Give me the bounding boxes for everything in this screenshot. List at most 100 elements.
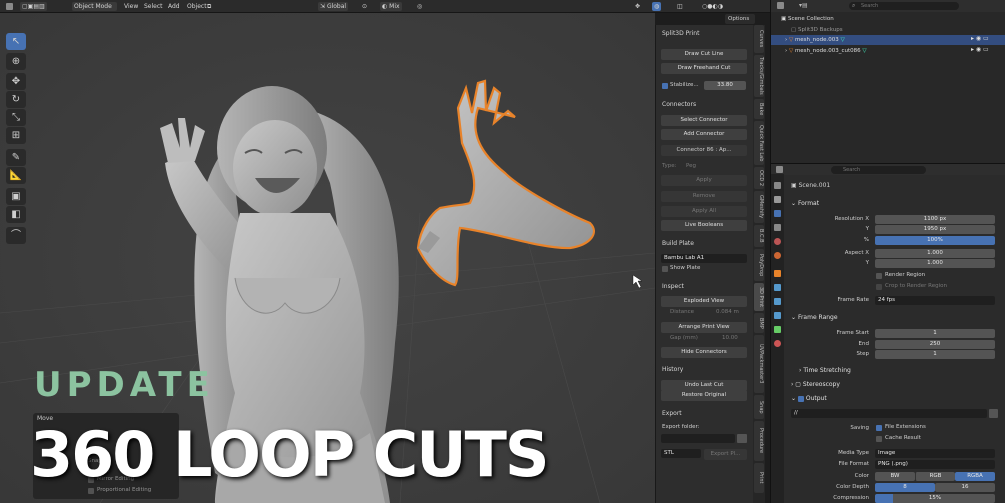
cursor-tool-icon[interactable]: ⊕ bbox=[6, 53, 26, 70]
printer-dropdown[interactable]: Bambu Lab A1 bbox=[661, 254, 747, 263]
material-tab-icon[interactable] bbox=[774, 340, 781, 347]
export-button[interactable]: Export Pl... bbox=[704, 449, 747, 460]
modifier-tab-icon[interactable] bbox=[774, 284, 781, 291]
rotate-tool-icon[interactable]: ↻ bbox=[6, 91, 26, 108]
stabilize-field[interactable]: 33.80 bbox=[704, 81, 746, 90]
visibility-eye-icon-2[interactable]: ▸ ◉ ▭ bbox=[971, 46, 989, 53]
format-panel-header[interactable]: ⌄ Format bbox=[791, 200, 819, 207]
add-mesh-tool-icon[interactable]: ◧ bbox=[6, 206, 26, 223]
restore-original-button[interactable]: Restore Original bbox=[661, 390, 747, 401]
frame-rate-dropdown[interactable]: 24 fps bbox=[875, 296, 995, 305]
tool-tab-icon[interactable] bbox=[774, 182, 781, 189]
outliner-search-input[interactable]: Search bbox=[849, 2, 959, 10]
remove-button[interactable]: Remove bbox=[661, 191, 747, 202]
proportional-icon[interactable]: ◎ bbox=[415, 2, 424, 11]
particles-tab-icon[interactable] bbox=[774, 298, 781, 305]
frame-end-field[interactable]: 250 bbox=[875, 340, 995, 349]
color-bw-button[interactable]: BW bbox=[875, 472, 915, 481]
crop-region-checkbox[interactable] bbox=[876, 284, 882, 290]
output-folder-icon[interactable] bbox=[989, 409, 998, 418]
select-connector-button[interactable]: Select Connector bbox=[661, 115, 747, 126]
color-rgb-button[interactable]: RGB bbox=[915, 472, 955, 481]
hide-connectors-button[interactable]: Hide Connectors bbox=[661, 347, 747, 358]
move-tool-icon[interactable]: ✥ bbox=[6, 73, 26, 90]
tab-bake[interactable]: Bake bbox=[754, 99, 764, 119]
stereoscopy-panel-header[interactable]: › ▢ Stereoscopy bbox=[791, 381, 840, 388]
outliner-editor-icon[interactable] bbox=[777, 2, 785, 10]
export-folder-field[interactable] bbox=[661, 434, 735, 443]
object-tab-icon[interactable] bbox=[774, 270, 781, 277]
aspect-x-field[interactable]: 1.000 bbox=[875, 249, 995, 258]
tab-quickfast[interactable]: Quick Fast Lab bbox=[754, 121, 764, 165]
tool-icon[interactable]: ⧉ bbox=[205, 2, 213, 11]
draw-cut-line-button[interactable]: Draw Cut Line bbox=[661, 49, 747, 60]
select-tool-icon[interactable]: ↖ bbox=[6, 33, 26, 50]
render-tab-icon[interactable] bbox=[774, 196, 781, 203]
exploded-view-button[interactable]: Exploded View bbox=[661, 296, 747, 307]
orientation-dropdown[interactable]: ⇲ Global bbox=[318, 2, 349, 11]
mode-dropdown[interactable]: Object Mode bbox=[72, 2, 117, 11]
view-tool-icon[interactable]: ⌒ bbox=[6, 227, 26, 244]
aspect-y-field[interactable]: 1.000 bbox=[875, 259, 995, 268]
tab-gmeshify[interactable]: GMeshify bbox=[754, 191, 764, 223]
overlay-toggle-icon[interactable]: ◍ bbox=[652, 2, 662, 11]
select-mode-buttons[interactable]: ▢▣▤▥ bbox=[20, 2, 47, 11]
scale-tool-icon[interactable]: ⤡ bbox=[6, 109, 26, 126]
menu-add[interactable]: Add bbox=[166, 2, 182, 11]
media-type-dropdown[interactable]: Image bbox=[875, 449, 995, 458]
3d-viewport[interactable]: ↖ ⊕ ✥ ↻ ⤡ ⊞ ✎ 📐 ▣ ◧ ⌒ Move Snap Snap To … bbox=[0, 13, 655, 503]
scene-tab-icon[interactable] bbox=[774, 238, 781, 245]
output-path-field[interactable]: // bbox=[791, 409, 987, 418]
color-depth-16-button[interactable]: 16 bbox=[935, 483, 995, 492]
tab-snap[interactable]: Snap bbox=[754, 395, 764, 419]
tab-polydrop[interactable]: PolyDrop bbox=[754, 249, 764, 281]
tab-curves[interactable]: Curves bbox=[754, 25, 764, 53]
data-tab-icon[interactable] bbox=[774, 326, 781, 333]
frame-start-field[interactable]: 1 bbox=[875, 329, 995, 338]
res-y-field[interactable]: 1950 px bbox=[875, 225, 995, 234]
time-stretching-header[interactable]: › Time Stretching bbox=[799, 367, 851, 374]
tab-procedure[interactable]: Procedure bbox=[754, 421, 764, 461]
tab-bcb[interactable]: B.C.B bbox=[754, 225, 764, 247]
outliner-row-mesh-cut[interactable]: › ▽ mesh_node.003_cut086 ▽ bbox=[771, 46, 1005, 56]
transform-tool-icon[interactable]: ⊞ bbox=[6, 127, 26, 144]
options-dropdown[interactable]: Options bbox=[725, 14, 755, 24]
world-tab-icon[interactable] bbox=[774, 252, 781, 259]
apply-button[interactable]: Apply bbox=[661, 175, 747, 186]
properties-editor-icon[interactable] bbox=[776, 166, 783, 173]
snap-mix-dropdown[interactable]: ◐ Mix bbox=[380, 2, 402, 11]
format-dropdown[interactable]: STL bbox=[661, 449, 701, 458]
stabilize-checkbox[interactable] bbox=[662, 83, 668, 89]
render-region-checkbox[interactable] bbox=[876, 273, 882, 279]
annotate-tool-icon[interactable]: ✎ bbox=[6, 149, 26, 166]
color-depth-8-button[interactable]: 8 bbox=[875, 483, 935, 492]
add-connector-button[interactable]: Add Connector bbox=[661, 129, 747, 140]
menu-select[interactable]: Select bbox=[142, 2, 165, 11]
pivot-icon[interactable]: ⊙ bbox=[360, 2, 369, 11]
apply-all-button[interactable]: Apply All bbox=[661, 206, 747, 217]
frame-range-panel-header[interactable]: ⌄ Frame Range bbox=[791, 314, 838, 321]
res-x-field[interactable]: 1100 px bbox=[875, 215, 995, 224]
tab-3dprint[interactable]: 3D Print bbox=[754, 283, 764, 311]
connector-item[interactable]: Connector 86 : Ap... bbox=[661, 145, 747, 156]
output-panel-header[interactable]: ⌄ Output bbox=[791, 395, 827, 402]
menu-view[interactable]: View bbox=[122, 2, 140, 11]
scene-collection-row[interactable]: ▣ Scene Collection bbox=[771, 14, 1005, 24]
file-format-dropdown[interactable]: PNG (.png) bbox=[875, 460, 995, 469]
resolution-percent-slider[interactable]: 100% bbox=[875, 236, 995, 245]
frame-step-field[interactable]: 1 bbox=[875, 350, 995, 359]
measure-tool-icon[interactable]: 📐 bbox=[6, 167, 26, 184]
outliner-row-mesh-node[interactable]: › ▽ mesh_node.003 ▽ bbox=[771, 35, 1005, 45]
tab-bmp[interactable]: BMP bbox=[754, 313, 764, 333]
cache-result-checkbox[interactable] bbox=[876, 436, 882, 442]
view-layer-tab-icon[interactable] bbox=[774, 224, 781, 231]
tab-print[interactable]: Print bbox=[754, 463, 764, 493]
gizmo-toggle-icon[interactable]: ✥ bbox=[633, 2, 642, 11]
tab-ocd[interactable]: OCD 2 bbox=[754, 167, 764, 189]
compression-slider[interactable]: 15% bbox=[875, 494, 995, 503]
properties-search-input[interactable]: Search bbox=[831, 166, 926, 174]
show-plate-checkbox[interactable] bbox=[662, 266, 668, 272]
editor-type-button[interactable] bbox=[4, 2, 15, 11]
physics-tab-icon[interactable] bbox=[774, 312, 781, 319]
live-booleans-button[interactable]: Live Booleans bbox=[661, 220, 747, 231]
